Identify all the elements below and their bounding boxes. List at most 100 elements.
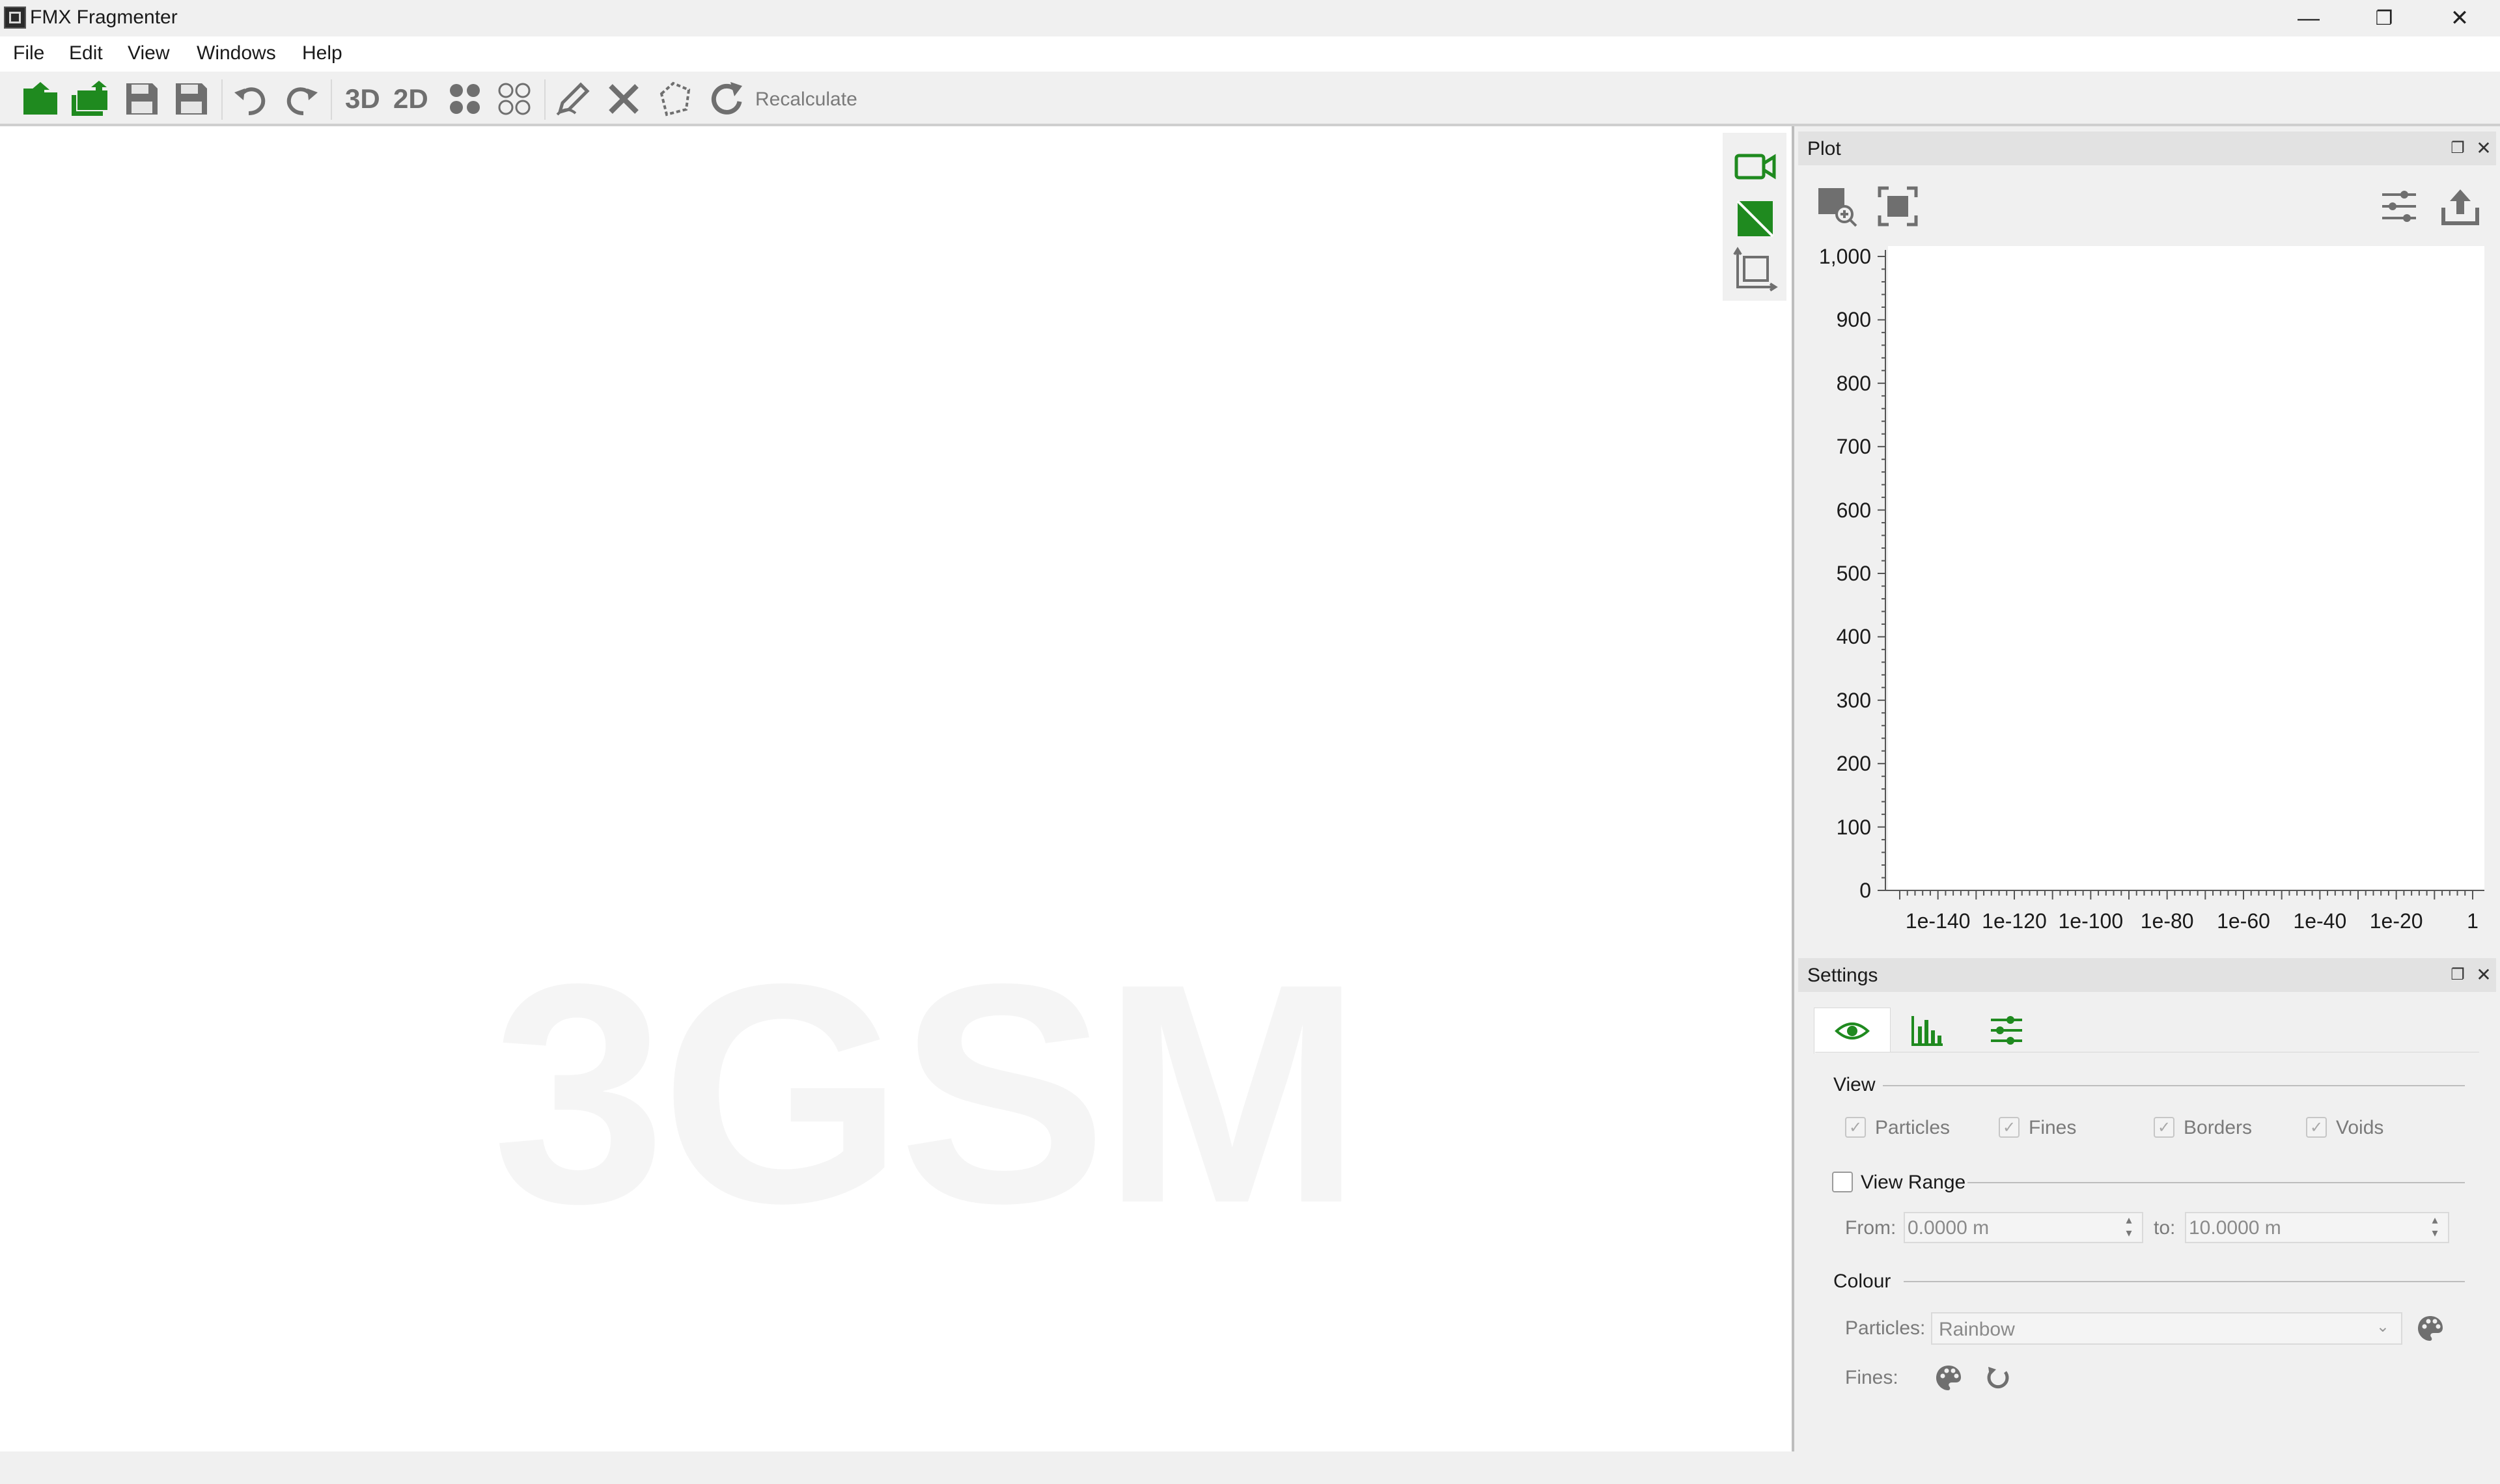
save-as-button[interactable] (169, 77, 214, 121)
plot-chart (1878, 250, 2484, 900)
open-file-icon (23, 82, 57, 115)
menu-windows[interactable]: Windows (197, 42, 276, 65)
eye-icon (1835, 1023, 1870, 1039)
tab-view[interactable] (1814, 1008, 1891, 1054)
app-logo-icon (4, 7, 26, 29)
toolbar-separator (331, 79, 332, 120)
y-tick-label: 1,000 (1818, 245, 1871, 268)
y-tick-label: 200 (1836, 752, 1871, 776)
viewport-tool-strip (1723, 133, 1786, 301)
menu-file[interactable]: File (13, 42, 44, 65)
fines-palette-button[interactable] (1930, 1359, 1967, 1397)
view-2d-button[interactable]: 2D (393, 85, 428, 113)
minimize-button[interactable]: — (2271, 0, 2346, 36)
open-file-button[interactable] (18, 77, 62, 121)
y-tick-label: 400 (1836, 625, 1871, 649)
recalculate-icon (711, 82, 742, 115)
particles-palette-button[interactable] (2411, 1310, 2449, 1347)
surface-toggle-icon (1736, 200, 1774, 238)
y-tick-label: 0 (1859, 879, 1871, 902)
lasso-select-button[interactable] (652, 77, 697, 121)
settings-tab-content (1815, 1052, 2479, 1435)
view-range-checkbox[interactable] (1832, 1172, 1853, 1192)
chevron-down-icon: ⌄ (2376, 1318, 2389, 1336)
toolbar-separator (221, 79, 223, 120)
group-divider (1883, 1085, 2465, 1086)
palette-icon (1936, 1366, 1961, 1390)
to-spin-arrows-icon[interactable]: ▴ ▾ (2422, 1213, 2448, 1242)
from-spin-arrows-icon[interactable]: ▴ ▾ (2116, 1213, 2142, 1242)
x-tick-label: 1 (2467, 909, 2479, 933)
title-bar: FMX Fragmenter — ❐ ✕ (0, 0, 2500, 36)
open-multiple-icon (72, 81, 109, 116)
redo-icon (286, 87, 318, 115)
sliders-icon (1991, 1016, 2022, 1045)
recalculate-label[interactable]: Recalculate (755, 89, 857, 111)
borders-checkbox-label: Borders (2184, 1117, 2253, 1138)
fines-checkbox-label: Fines (2029, 1117, 2077, 1138)
close-window-button[interactable]: ✕ (2422, 0, 2497, 36)
edit-pen-icon (556, 82, 590, 116)
particles-colour-select[interactable]: Rainbow ⌄ (1931, 1312, 2402, 1345)
to-label: to: (2154, 1217, 2176, 1239)
particles-icon (450, 84, 480, 114)
camera-button[interactable] (1730, 142, 1780, 191)
reset-icon (1987, 1367, 2009, 1389)
save-as-icon (176, 83, 207, 115)
view-3d-button[interactable]: 3D (345, 85, 380, 113)
palette-icon (2418, 1316, 2443, 1341)
camera-icon (1734, 154, 1776, 180)
voids-checkbox-label: Voids (2336, 1117, 2384, 1138)
y-tick-label: 800 (1836, 371, 1871, 395)
menu-edit[interactable]: Edit (69, 42, 103, 65)
crop-icon (1733, 247, 1778, 292)
crop-button[interactable] (1730, 245, 1780, 294)
y-tick-label: 900 (1836, 308, 1871, 332)
show-particle-outlines-button[interactable] (492, 77, 536, 121)
recalculate-button[interactable] (704, 77, 749, 121)
lasso-icon (660, 81, 691, 117)
toolbar-separator (544, 79, 546, 120)
view-group-title: View (1833, 1074, 1876, 1095)
particles-colour-value: Rainbow (1939, 1319, 2015, 1340)
voids-checkbox[interactable]: ✓ (2306, 1117, 2327, 1138)
undo-button[interactable] (229, 77, 273, 121)
open-multiple-button[interactable] (68, 77, 112, 121)
redo-button[interactable] (279, 77, 323, 121)
delete-button[interactable] (602, 77, 646, 121)
tab-options[interactable] (1969, 1008, 2044, 1053)
y-tick-label: 600 (1836, 498, 1871, 522)
y-tick-label: 700 (1836, 435, 1871, 459)
surface-toggle-button[interactable] (1730, 194, 1780, 243)
borders-checkbox[interactable]: ✓ (2154, 1117, 2174, 1138)
show-particles-button[interactable] (443, 77, 487, 121)
menu-help[interactable]: Help (302, 42, 342, 65)
y-tick-label: 500 (1836, 562, 1871, 585)
particles-checkbox[interactable]: ✓ (1845, 1117, 1866, 1138)
status-bar (0, 1451, 2500, 1484)
y-tick-label: 100 (1836, 815, 1871, 839)
save-button[interactable] (120, 77, 164, 121)
undo-icon (234, 87, 266, 115)
window-title: FMX Fragmenter (30, 7, 178, 28)
restore-button[interactable]: ❐ (2346, 0, 2422, 36)
save-icon (126, 83, 158, 115)
from-label: From: (1845, 1217, 1896, 1239)
colour-group-title: Colour (1833, 1271, 1891, 1292)
settings-panel-titlebar[interactable]: Settings ❐ ✕ (1798, 958, 2496, 992)
to-spinbox[interactable]: 10.0000 m ▴ ▾ (2185, 1212, 2449, 1243)
settings-float-button[interactable]: ❐ (2447, 963, 2469, 985)
settings-close-button[interactable]: ✕ (2473, 963, 2495, 985)
view-range-label: View Range (1861, 1172, 1966, 1193)
from-spinbox[interactable]: 0.0000 m ▴ ▾ (1904, 1212, 2143, 1243)
menu-bar (0, 36, 2500, 72)
edit-pen-button[interactable] (551, 77, 595, 121)
fines-reset-button[interactable] (1979, 1359, 2017, 1397)
tab-histogram[interactable] (1889, 1008, 1965, 1053)
watermark-logo: 3GSM (492, 918, 1362, 1268)
y-tick-label: 300 (1836, 688, 1871, 712)
menu-view[interactable]: View (128, 42, 169, 65)
fines-colour-label: Fines: (1845, 1367, 1898, 1388)
fines-checkbox[interactable]: ✓ (1999, 1117, 2020, 1138)
group-divider (1967, 1182, 2465, 1183)
